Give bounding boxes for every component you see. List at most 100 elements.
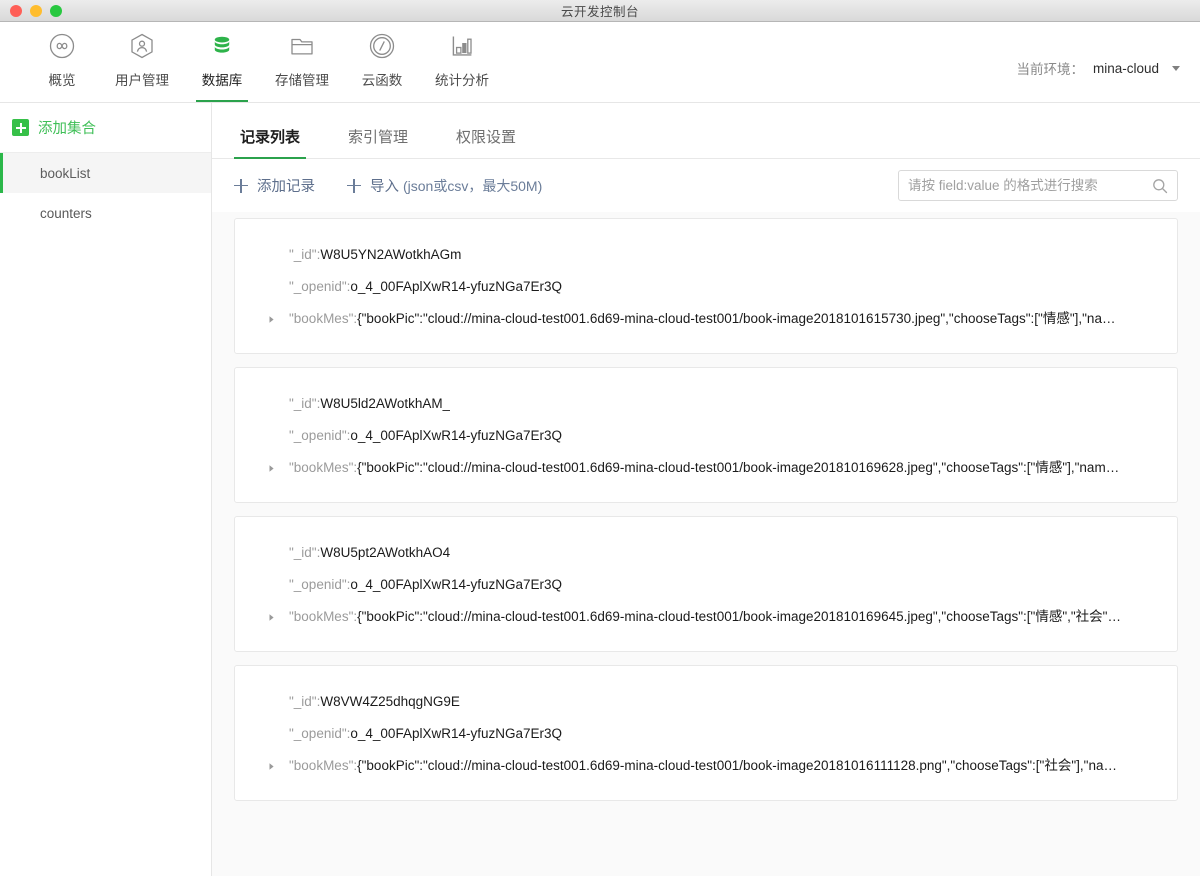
field-value: {"bookPic":"cloud://mina-cloud-test001.6…	[357, 311, 1116, 326]
database-icon	[208, 30, 236, 62]
search-input[interactable]	[908, 178, 1152, 193]
collections-sidebar: 添加集合 bookList counters	[0, 103, 212, 876]
field-value: W8U5pt2AWotkhAO4	[320, 545, 451, 560]
nav-label-database: 数据库	[201, 72, 243, 88]
records-list: "_id":W8U5YN2AWotkhAGm "_openid":o_4_00F…	[212, 212, 1200, 876]
record-field-openid: "_openid":o_4_00FAplXwR14-yfuzNGa7Er3Q	[253, 420, 1159, 452]
infinity-circle-icon	[48, 30, 76, 62]
record-field-bookmes: "bookMes":{"bookPic":"cloud://mina-cloud…	[253, 750, 1159, 782]
tab-permission-settings[interactable]: 权限设置	[450, 126, 522, 158]
top-navigation: 概览 用户管理 数据库 存储管理 云函数 统计分析 当前环境： mina-clo…	[0, 22, 1200, 103]
record-field-id: "_id":W8VW4Z25dhqgNG9E	[253, 686, 1159, 718]
nav-item-overview[interactable]: 概览	[22, 22, 102, 102]
field-key: "bookMes":	[289, 460, 358, 475]
field-value: {"bookPic":"cloud://mina-cloud-test001.6…	[357, 758, 1117, 773]
tab-record-list[interactable]: 记录列表	[234, 126, 307, 159]
field-key: "_openid":	[289, 726, 351, 741]
search-box[interactable]	[898, 170, 1178, 201]
field-value: o_4_00FAplXwR14-yfuzNGa7Er3Q	[350, 279, 563, 294]
nav-label-storage-management: 存储管理	[275, 72, 329, 88]
nav-item-user-management[interactable]: 用户管理	[102, 22, 182, 102]
field-key: "bookMes":	[289, 311, 358, 326]
collection-name: counters	[40, 205, 92, 221]
triangle-right-icon[interactable]	[253, 601, 289, 633]
nav-label-overview: 概览	[48, 72, 76, 88]
nav-item-database[interactable]: 数据库	[182, 22, 262, 102]
page-body: 添加集合 bookList counters 记录列表 索引管理 权限设置 添加…	[0, 103, 1200, 876]
environment-label: 当前环境：	[1016, 62, 1084, 77]
plus-icon	[347, 178, 361, 193]
record-field-openid: "_openid":o_4_00FAplXwR14-yfuzNGa7Er3Q	[253, 271, 1159, 303]
content-tabs: 记录列表 索引管理 权限设置	[212, 103, 1200, 159]
field-value: o_4_00FAplXwR14-yfuzNGa7Er3Q	[350, 726, 563, 741]
environment-value[interactable]: mina-cloud	[1093, 61, 1159, 76]
record-field-id: "_id":W8U5ld2AWotkhAM_	[253, 388, 1159, 420]
chevron-down-icon[interactable]	[1172, 65, 1180, 71]
user-hexagon-icon	[128, 30, 156, 62]
search-icon[interactable]	[1152, 178, 1168, 194]
record-field-bookmes: "bookMes":{"bookPic":"cloud://mina-cloud…	[253, 303, 1159, 335]
bar-chart-icon	[448, 30, 476, 62]
record-field-openid: "_openid":o_4_00FAplXwR14-yfuzNGa7Er3Q	[253, 569, 1159, 601]
record-field-openid: "_openid":o_4_00FAplXwR14-yfuzNGa7Er3Q	[253, 718, 1159, 750]
triangle-right-icon[interactable]	[253, 452, 289, 484]
triangle-right-icon[interactable]	[253, 303, 289, 335]
record-card[interactable]: "_id":W8U5YN2AWotkhAGm "_openid":o_4_00F…	[234, 218, 1178, 354]
active-tab-indicator	[196, 99, 248, 102]
field-value: W8U5ld2AWotkhAM_	[320, 396, 451, 411]
sidebar-item-counters[interactable]: counters	[0, 193, 211, 233]
nav-item-statistics[interactable]: 统计分析	[422, 22, 502, 102]
field-value: {"bookPic":"cloud://mina-cloud-test001.6…	[357, 609, 1121, 624]
collection-name: bookList	[40, 165, 91, 181]
record-card[interactable]: "_id":W8VW4Z25dhqgNG9E "_openid":o_4_00F…	[234, 665, 1178, 801]
field-value: o_4_00FAplXwR14-yfuzNGa7Er3Q	[350, 428, 563, 443]
nav-label-statistics: 统计分析	[435, 72, 489, 88]
tab-label: 索引管理	[348, 129, 409, 146]
record-field-bookmes: "bookMes":{"bookPic":"cloud://mina-cloud…	[253, 452, 1159, 484]
window-titlebar: 云开发控制台	[0, 0, 1200, 22]
add-record-button[interactable]: 添加记录	[234, 175, 315, 196]
nav-label-cloud-functions: 云函数	[361, 72, 403, 88]
field-value: W8U5YN2AWotkhAGm	[320, 247, 462, 262]
field-key: "_id":	[289, 545, 321, 560]
plus-icon	[234, 178, 248, 193]
window-title: 云开发控制台	[560, 5, 639, 19]
field-key: "_openid":	[289, 428, 351, 443]
field-value: W8VW4Z25dhqgNG9E	[320, 694, 460, 709]
field-value: o_4_00FAplXwR14-yfuzNGa7Er3Q	[350, 577, 563, 592]
add-record-label: 添加记录	[257, 179, 315, 195]
field-key: "_id":	[289, 694, 321, 709]
import-label: 导入	[370, 179, 399, 195]
records-toolbar: 添加记录 导入 (json或csv，最大50M)	[212, 159, 1200, 212]
field-key: "_openid":	[289, 279, 351, 294]
main-content: 记录列表 索引管理 权限设置 添加记录 导入 (json或csv，最大50M)	[212, 103, 1200, 876]
record-field-id: "_id":W8U5YN2AWotkhAGm	[253, 239, 1159, 271]
environment-selector[interactable]: 当前环境： mina-cloud	[1016, 58, 1180, 78]
add-collection-button[interactable]: 添加集合	[0, 103, 211, 153]
field-key: "bookMes":	[289, 609, 358, 624]
plus-square-icon	[12, 119, 29, 136]
tab-label: 权限设置	[456, 129, 517, 146]
sidebar-item-booklist[interactable]: bookList	[0, 153, 211, 193]
triangle-right-icon[interactable]	[253, 750, 289, 782]
record-card[interactable]: "_id":W8U5pt2AWotkhAO4 "_openid":o_4_00F…	[234, 516, 1178, 652]
tab-index-management[interactable]: 索引管理	[342, 126, 414, 158]
field-key: "bookMes":	[289, 758, 358, 773]
slash-circle-icon	[368, 30, 396, 62]
field-value: {"bookPic":"cloud://mina-cloud-test001.6…	[357, 460, 1120, 475]
record-field-bookmes: "bookMes":{"bookPic":"cloud://mina-cloud…	[253, 601, 1159, 633]
nav-item-storage-management[interactable]: 存储管理	[262, 22, 342, 102]
tab-label: 记录列表	[240, 129, 301, 146]
add-collection-label: 添加集合	[38, 121, 96, 137]
record-field-id: "_id":W8U5pt2AWotkhAO4	[253, 537, 1159, 569]
field-key: "_openid":	[289, 577, 351, 592]
nav-items: 概览 用户管理 数据库 存储管理 云函数 统计分析	[0, 22, 502, 102]
field-key: "_id":	[289, 396, 321, 411]
folder-icon	[288, 30, 316, 62]
field-key: "_id":	[289, 247, 321, 262]
nav-item-cloud-functions[interactable]: 云函数	[342, 22, 422, 102]
import-hint: (json或csv，最大50M)	[403, 177, 543, 194]
nav-label-user-management: 用户管理	[115, 72, 169, 88]
import-button[interactable]: 导入	[347, 175, 399, 196]
record-card[interactable]: "_id":W8U5ld2AWotkhAM_ "_openid":o_4_00F…	[234, 367, 1178, 503]
